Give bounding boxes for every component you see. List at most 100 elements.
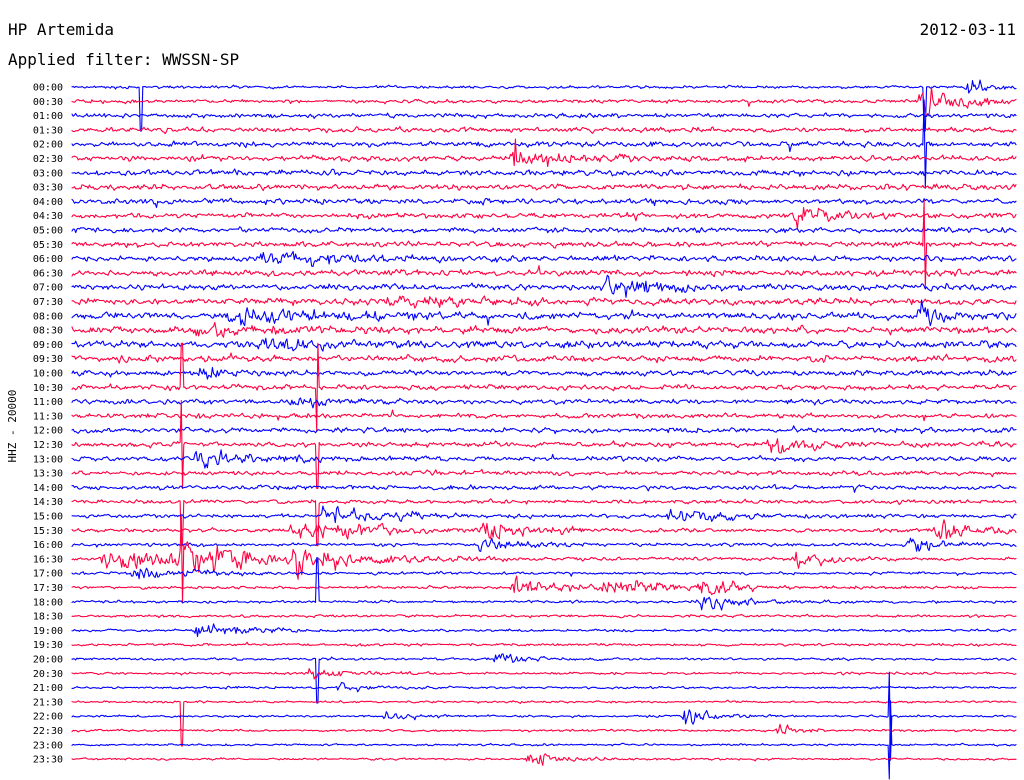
row-time-label: 03:00 — [33, 168, 63, 179]
row-time-label: 07:00 — [33, 283, 63, 294]
seismic-trace-row — [71, 321, 1017, 338]
seismic-trace-row — [71, 207, 1017, 230]
row-time-label: 20:30 — [33, 669, 63, 680]
row-time-label: 10:00 — [33, 369, 63, 380]
row-time-label: 23:30 — [33, 755, 63, 766]
date-label: 2012-03-11 — [919, 20, 1016, 39]
row-time-label: 00:00 — [33, 83, 63, 94]
seismic-trace-row — [71, 700, 1017, 780]
row-time-label: 22:00 — [33, 712, 63, 723]
channel-axis-label: HHZ - 20000 — [6, 389, 19, 463]
row-time-label: 23:00 — [33, 740, 63, 751]
row-time-label: 12:30 — [33, 440, 63, 451]
row-time-label: 09:30 — [33, 354, 63, 365]
row-time-label: 07:30 — [33, 297, 63, 308]
station-title: HP Artemida — [8, 20, 114, 39]
seismic-trace-row — [71, 575, 1017, 596]
helicorder-plot: 00:00 00:30 01:00 01:30 02:00 02:30 03:00 03:30… — [33, 79, 1017, 780]
filter-label: Applied filter: WWSSN-SP — [8, 50, 240, 69]
seismic-trace-row — [71, 86, 1017, 117]
row-label-group: 00:00 00:30 01:00 01:30 02:00 02:30 03:00 03:30… — [33, 83, 63, 766]
seismic-trace-row — [71, 197, 1017, 209]
row-time-label: 16:30 — [33, 554, 63, 565]
seismic-trace-row — [71, 505, 1017, 524]
seismic-trace-row — [71, 183, 1017, 192]
helicorder-page: 00:00 00:30 01:00 01:30 02:00 02:30 03:00 03:30… — [0, 0, 1024, 780]
seismic-trace-row — [71, 519, 1017, 540]
row-time-label: 14:00 — [33, 483, 63, 494]
seismic-trace-row — [71, 99, 1017, 189]
row-time-label: 18:30 — [33, 612, 63, 623]
row-time-label: 17:00 — [33, 569, 63, 580]
row-time-label: 20:00 — [33, 655, 63, 666]
seismic-trace-row — [71, 668, 1017, 680]
row-time-label: 22:30 — [33, 726, 63, 737]
row-time-label: 06:00 — [33, 254, 63, 265]
row-time-label: 08:30 — [33, 326, 63, 337]
row-time-label: 04:00 — [33, 197, 63, 208]
seismic-trace-row — [71, 199, 1017, 289]
seismic-trace-row — [71, 337, 1017, 352]
seismic-trace-row — [71, 641, 1017, 647]
row-time-label: 14:30 — [33, 497, 63, 508]
seismic-trace-row — [71, 468, 1017, 478]
row-time-label: 06:30 — [33, 268, 63, 279]
seismic-trace-row — [71, 274, 1017, 298]
row-time-label: 05:30 — [33, 240, 63, 251]
seismic-trace-row — [71, 226, 1017, 234]
seismic-trace-row — [71, 753, 1017, 766]
row-time-label: 11:30 — [33, 411, 63, 422]
row-time-label: 01:00 — [33, 111, 63, 122]
row-time-label: 02:00 — [33, 140, 63, 151]
seismic-trace-row — [71, 682, 1017, 693]
row-time-label: 11:00 — [33, 397, 63, 408]
row-time-label: 13:30 — [33, 469, 63, 480]
seismic-trace-row — [71, 425, 1017, 435]
seismic-trace-row — [71, 399, 1017, 490]
seismic-trace-row — [71, 699, 1017, 747]
row-time-label: 19:00 — [33, 626, 63, 637]
row-time-label: 16:00 — [33, 540, 63, 551]
seismic-trace-row — [71, 613, 1017, 619]
seismic-trace-row — [71, 623, 1017, 638]
row-time-label: 02:30 — [33, 154, 63, 165]
row-time-label: 10:30 — [33, 383, 63, 394]
seismic-trace-row — [71, 112, 1017, 119]
row-time-label: 13:00 — [33, 454, 63, 465]
row-time-label: 08:00 — [33, 311, 63, 322]
seismic-trace-row — [71, 295, 1017, 309]
row-time-label: 03:30 — [33, 183, 63, 194]
row-time-label: 21:30 — [33, 697, 63, 708]
seismic-trace-row — [71, 498, 1017, 547]
seismic-trace-row — [71, 537, 1017, 552]
row-time-label: 15:30 — [33, 526, 63, 537]
row-time-label: 15:00 — [33, 512, 63, 523]
row-time-label: 05:00 — [33, 226, 63, 237]
seismic-trace-row — [71, 125, 1017, 135]
seismic-trace-row — [71, 79, 1017, 132]
seismic-trace-row — [71, 366, 1017, 380]
row-time-label: 19:30 — [33, 640, 63, 651]
seismic-trace-row — [71, 671, 1017, 761]
seismic-trace-row — [71, 449, 1017, 469]
row-time-label: 18:00 — [33, 597, 63, 608]
seismic-trace-row — [71, 265, 1017, 278]
trace-group — [71, 79, 1017, 780]
row-time-label: 09:00 — [33, 340, 63, 351]
seismic-trace-row — [71, 653, 1017, 704]
seismic-trace-row — [71, 397, 1017, 409]
seismic-trace-row — [71, 723, 1017, 735]
row-time-label: 17:30 — [33, 583, 63, 594]
seismic-trace-row — [71, 409, 1017, 422]
seismic-trace-row — [71, 352, 1017, 364]
row-time-label: 12:00 — [33, 426, 63, 437]
row-time-label: 04:30 — [33, 211, 63, 222]
seismic-trace-row — [71, 514, 1017, 604]
seismic-trace-row — [71, 168, 1017, 177]
seismic-trace-row — [71, 299, 1017, 327]
row-time-label: 00:30 — [33, 97, 63, 108]
seismic-trace-row — [71, 250, 1017, 268]
seismic-trace-row — [71, 483, 1017, 493]
row-time-label: 01:30 — [33, 125, 63, 136]
row-time-label: 21:00 — [33, 683, 63, 694]
